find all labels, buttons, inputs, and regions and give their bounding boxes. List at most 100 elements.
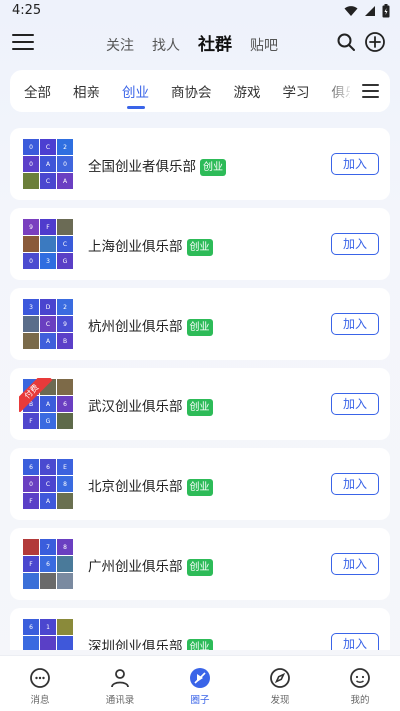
profile-icon (350, 668, 370, 688)
tab-follow[interactable]: 关注 (106, 35, 134, 55)
avatar-tile: 8 (57, 476, 73, 492)
tab-find-people[interactable]: 找人 (152, 35, 180, 55)
avatar-tile: A (40, 156, 56, 172)
compass-icon (270, 668, 290, 688)
group-name-row: 广州创业俱乐部 创业 (88, 555, 213, 576)
group-avatar: 66E0C8FA (23, 459, 73, 509)
bottom-nav-item[interactable]: 发现 (240, 656, 320, 711)
group-avatar: 78 F6 (23, 539, 73, 589)
contacts-icon (111, 669, 129, 688)
avatar-tile: A (40, 493, 56, 509)
avatar-tile: A (40, 333, 56, 349)
avatar-tile: 0 (23, 139, 39, 155)
avatar-tile: 0 (23, 156, 39, 172)
avatar-tile: 3 (40, 253, 56, 269)
avatar-tile: 1 (40, 619, 56, 635)
category-tag: 创业 (186, 559, 213, 576)
avatar-tile: 6 (23, 619, 39, 635)
join-button[interactable]: 加入 (331, 633, 379, 650)
avatar-tile (40, 379, 56, 395)
bottom-nav-item[interactable]: 通讯录 (80, 656, 160, 711)
bottom-nav-label: 发现 (270, 695, 290, 706)
category-tag: 创业 (186, 479, 213, 496)
avatar-tile: G (57, 253, 73, 269)
avatar-tile: G (40, 413, 56, 429)
group-name: 上海创业俱乐部 (88, 239, 183, 255)
avatar-tile: 2 (57, 299, 73, 315)
top-tabs: 关注 找人 社群 贴吧 (106, 30, 296, 55)
group-card[interactable]: B A 6 F G 付费 武汉创业俱乐部 创业 加入 (10, 368, 390, 440)
bottom-nav-item[interactable]: 圈子 (160, 656, 240, 711)
join-button[interactable]: 加入 (331, 553, 379, 575)
group-card[interactable]: 6 6 E 0 C 8 F A 北京创业俱乐部 创业 加入 (10, 448, 390, 520)
avatar-tile: B (23, 396, 39, 412)
circle-icon (190, 668, 210, 688)
avatar-tile: 3 (23, 299, 39, 315)
category-tag: 创业 (186, 319, 213, 336)
tab-forum[interactable]: 贴吧 (250, 35, 278, 55)
group-card[interactable]: 9 F C 0 3 G 上海创业俱乐部 创业 加入 (10, 208, 390, 280)
group-card[interactable]: 7 8 F 6 广州创业俱乐部 创业 加入 (10, 528, 390, 600)
avatar-tile: 0 (23, 253, 39, 269)
category-tag: 创业 (186, 239, 213, 256)
group-name-row: 杭州创业俱乐部 创业 (88, 315, 213, 336)
join-button[interactable]: 加入 (331, 473, 379, 495)
avatar-tile (23, 636, 39, 650)
group-avatar: 9FC 03G (23, 219, 73, 269)
avatar-tile (57, 556, 73, 572)
avatar-tile: 0 (23, 476, 39, 492)
group-name-row: 全国创业者俱乐部 创业 (88, 155, 226, 176)
group-list: 0 C 2 0 A 0 C A 全国创业者俱乐部 创业 加入 9 F C 0 3 G 上海创业俱乐部 创业 加入 3 D 2… (10, 128, 390, 650)
avatar-tile: C (40, 139, 56, 155)
wifi-icon (344, 6, 358, 16)
category-tab[interactable]: 游戏 (234, 81, 261, 101)
avatar-tile: C (40, 476, 56, 492)
group-avatar: BA6 FG (23, 379, 73, 429)
avatar-tile (23, 316, 39, 332)
bottom-nav-item[interactable]: 我的 (320, 656, 400, 711)
group-name: 深圳创业俱乐部 (88, 639, 183, 650)
avatar-tile: E (57, 459, 73, 475)
avatar-tile (23, 236, 39, 252)
group-card[interactable]: 0 C 2 0 A 0 C A 全国创业者俱乐部 创业 加入 (10, 128, 390, 200)
group-card[interactable]: 6 1 深圳创业俱乐部 创业 加入 (10, 608, 390, 650)
group-avatar: 61 (23, 619, 73, 650)
category-bar: 全部相亲创业商协会游戏学习俱乐部 (10, 70, 390, 112)
join-button[interactable]: 加入 (331, 153, 379, 175)
avatar-tile (57, 413, 73, 429)
category-tab[interactable]: 学习 (283, 81, 310, 101)
bottom-nav-item[interactable]: 消息 (0, 656, 80, 711)
avatar-tile (57, 573, 73, 589)
avatar-tile: 6 (40, 556, 56, 572)
category-tab[interactable]: 全部 (24, 81, 51, 101)
avatar-tile (23, 379, 39, 395)
menu-button[interactable] (12, 32, 34, 52)
category-tab[interactable]: 创业 (122, 81, 149, 109)
search-icon[interactable] (336, 32, 356, 52)
join-button[interactable]: 加入 (331, 393, 379, 415)
status-time: 4:25 (12, 3, 42, 18)
avatar-tile: 8 (57, 539, 73, 555)
avatar-tile: F (40, 219, 56, 235)
join-button[interactable]: 加入 (331, 233, 379, 255)
group-name: 杭州创业俱乐部 (88, 319, 183, 335)
category-tab[interactable]: 商协会 (171, 81, 212, 101)
avatar-tile (57, 219, 73, 235)
status-bar: 4:25 (0, 0, 400, 24)
group-name: 武汉创业俱乐部 (88, 399, 183, 415)
category-tab[interactable]: 相亲 (73, 81, 100, 101)
tab-community[interactable]: 社群 (198, 30, 232, 55)
avatar-tile: D (40, 299, 56, 315)
group-name-row: 武汉创业俱乐部 创业 (88, 395, 213, 416)
avatar-tile: 9 (57, 316, 73, 332)
avatar-tile (57, 379, 73, 395)
group-name: 广州创业俱乐部 (88, 559, 183, 575)
group-card[interactable]: 3 D 2 C 9 A B 杭州创业俱乐部 创业 加入 (10, 288, 390, 360)
join-button[interactable]: 加入 (331, 313, 379, 335)
group-name: 北京创业俱乐部 (88, 479, 183, 495)
avatar-tile: 2 (57, 139, 73, 155)
add-circle-icon[interactable] (364, 31, 386, 53)
avatar-tile: 6 (40, 459, 56, 475)
category-tag: 创业 (186, 639, 213, 650)
category-menu-button[interactable] (350, 70, 390, 112)
